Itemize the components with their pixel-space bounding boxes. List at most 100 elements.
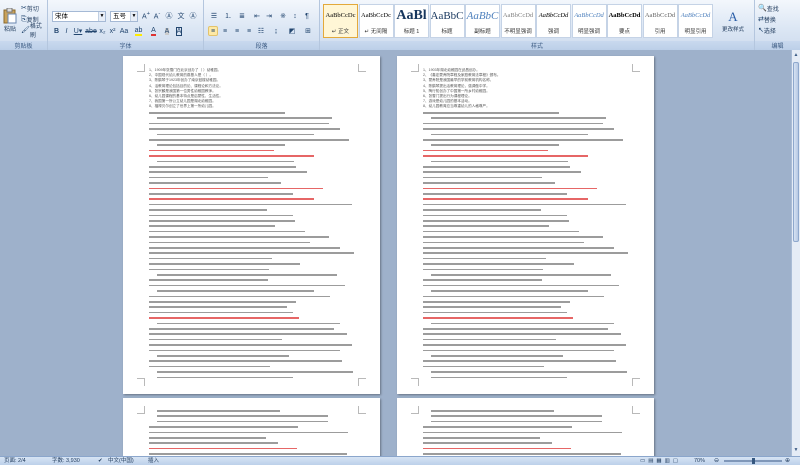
font-color-button[interactable]: A [147,26,160,36]
shading-button[interactable]: ◩ [286,26,298,36]
find-label: 查找 [766,6,779,13]
phonetic-icon: 文 [177,13,185,20]
show-marks-button[interactable]: ¶ [302,11,312,21]
numbered-list-icon: ⒈ [224,12,232,20]
text-line-placeholder [157,144,285,146]
align-center-button[interactable]: ≡ [220,26,230,36]
page-2[interactable]: 1、1909年张雪门在北京创办了（ ）幼稚园。 2、中国现代幼儿教育的奠基人是（ … [123,56,380,394]
char-border-button[interactable]: A [174,26,184,36]
zoom-slider-thumb[interactable] [752,458,755,464]
underline-button[interactable]: U▾ [72,26,84,36]
proofing-icon[interactable]: ✔ [98,457,103,465]
style-tile-8[interactable]: AaBbCcDd 要点 [607,4,642,38]
char-shading-button[interactable]: A [162,26,172,36]
find-button[interactable]: 🔍 查找 [757,3,797,13]
text-line-placeholder [149,317,300,319]
style-tile-10[interactable]: AaBbCcDd 明显引用 [678,4,713,38]
multilevel-list-button[interactable]: ≣ [236,11,248,21]
enclose-char-button[interactable]: Ⓐ [188,11,198,22]
vertical-scrollbar[interactable]: ▲ ▼ [791,50,800,456]
zoom-out-icon[interactable]: ⊖ [714,457,719,465]
text-line-placeholder [423,311,567,314]
style-name: 副标题 [474,29,491,35]
word-count[interactable]: 字数: 3,930 [52,457,80,465]
change-styles-button[interactable]: A 更改样式 [716,3,750,39]
document-area[interactable]: 1、1909年张雪门在北京创办了（ ）幼稚园。 2、中国现代幼儿教育的奠基人是（ … [0,50,791,456]
text-line-placeholder [423,442,552,444]
decrease-indent-button[interactable]: ⇤ [252,11,262,21]
select-button[interactable]: ↖ 选择 [757,25,797,35]
borders-button[interactable]: ⊞ [302,26,314,36]
italic-button[interactable]: I [62,26,71,36]
select-label: 选择 [763,28,776,35]
sort-button[interactable]: ↕ [290,11,300,21]
bold-button[interactable]: B [52,26,61,36]
text-line-placeholder [149,437,267,439]
scroll-thumb[interactable] [793,62,799,242]
text-line-placeholder [149,182,282,184]
language-indicator[interactable]: 中文(中国) [108,457,134,465]
style-tile-2[interactable]: AaBl 标题 1 [394,4,429,38]
scroll-down-icon[interactable]: ▼ [792,446,800,454]
superscript-button[interactable]: x² [108,26,117,36]
strikethrough-button[interactable]: abe [85,26,97,36]
distributed-icon: ☷ [257,27,265,35]
text-line-placeholder [149,333,348,335]
page-4[interactable] [123,398,380,456]
zoom-in-icon[interactable]: ⊕ [785,457,790,465]
text-line-placeholder [423,295,604,298]
text-line-placeholder [423,365,544,368]
highlight-button[interactable]: ab [132,26,145,36]
style-tile-5[interactable]: AaBbCcDd 不明显强调 [500,4,536,38]
page-3[interactable]: 1、1903年湖北幼稚园在武昌创办。 2、《奏定蒙养院章程及家庭教育法章程》颁布。… [397,56,654,394]
text-line-placeholder [149,284,345,287]
style-tile-7[interactable]: AaBbCcDd 明显强调 [571,4,607,38]
style-tile-4[interactable]: AaBbC 副标题 [465,4,500,38]
grow-font-button[interactable]: A+ [141,11,151,22]
style-tile-9[interactable]: AaBbCcDd 引用 [642,4,678,38]
text-line-placeholder [423,301,570,303]
scroll-up-icon[interactable]: ▲ [792,51,800,59]
enclose-char-icon: Ⓐ [189,13,197,20]
text-line-placeholder [149,453,347,455]
crop-mark [411,64,419,72]
text-line-placeholder [149,442,278,444]
style-tile-6[interactable]: AaBbCcDd 强调 [536,4,571,38]
format-painter-button[interactable]: 🖌 格式刷 [20,24,47,39]
insert-mode[interactable]: 插入 [148,457,159,465]
chinese-layout-button[interactable]: ※ [278,11,288,21]
line-spacing-button[interactable]: ↨ [270,26,282,36]
numbering-button[interactable]: ⒈ [222,11,234,21]
phonetic-button[interactable]: 文 [176,11,186,22]
page-indicator[interactable]: 页面: 2/4 [4,457,26,465]
style-tile-3[interactable]: AaBbC 标题 [429,4,465,38]
clear-format-button[interactable]: Ⓐ [164,11,174,22]
align-left-button[interactable]: ≡ [244,26,254,36]
replace-button[interactable]: ⇄ 替换 [757,14,797,24]
font-name-combo[interactable]: 宋体 ▼ [52,11,106,22]
page-5[interactable] [397,398,654,456]
text-line-placeholder [149,338,282,341]
paste-button[interactable]: 粘贴 [1,2,19,38]
cut-button[interactable]: ✂ 剪切 [20,3,47,13]
font-size-combo[interactable]: 五号 ▼ [110,11,138,22]
bullets-button[interactable]: ☰ [208,11,220,21]
shrink-font-button[interactable]: A- [152,11,162,22]
text-line-placeholder [431,355,563,357]
distributed-button[interactable]: ☷ [256,26,266,36]
change-case-button[interactable]: Aa [119,26,129,36]
text-line-placeholder [431,274,612,276]
align-right-button[interactable]: ≡ [232,26,242,36]
subscript-button[interactable]: x₂ [98,26,107,36]
zoom-level[interactable]: 70% [694,457,705,465]
format-painter-label: 格式刷 [29,24,42,39]
style-tile-0[interactable]: AaBbCcDc ↵ 正文 [323,4,358,38]
align-left-icon: ≡ [246,27,252,35]
text-line: 8、福禄贝尔创立了世界上第一所幼儿园。 [149,104,216,109]
paragraph-group-label: 段落 [204,41,319,50]
increase-indent-button[interactable]: ⇥ [264,11,274,21]
view-buttons[interactable]: ▭▤▦▥▢ [640,457,681,465]
style-tile-1[interactable]: AaBbCcDc ↵ 无间隔 [358,4,394,38]
style-name: 不明显强调 [504,29,532,35]
align-justify-button[interactable]: ≡ [208,26,218,36]
